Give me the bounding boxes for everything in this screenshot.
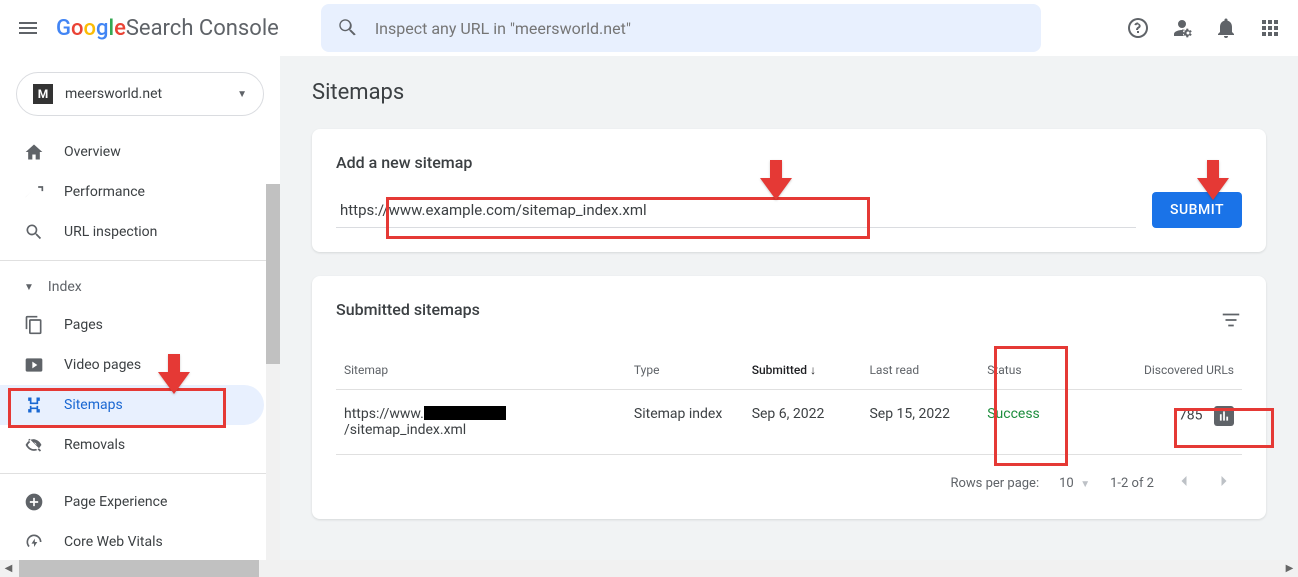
video-icon bbox=[24, 355, 44, 375]
menu-button[interactable] bbox=[16, 16, 40, 40]
search-icon bbox=[337, 17, 359, 39]
pages-icon bbox=[24, 315, 44, 335]
nav-group-label: Index bbox=[48, 279, 82, 295]
cell-discovered: 785 bbox=[1088, 390, 1242, 455]
add-sitemap-title: Add a new sitemap bbox=[336, 153, 1242, 172]
property-name: meersworld.net bbox=[65, 86, 237, 102]
sitemaps-table: Sitemap Type Submitted ↓ Last read Statu… bbox=[336, 351, 1242, 455]
page-title: Sitemaps bbox=[312, 80, 1266, 105]
trend-icon bbox=[24, 182, 44, 202]
removals-icon bbox=[24, 435, 44, 455]
sitemap-url-input[interactable] bbox=[336, 193, 1136, 228]
col-sitemap[interactable]: Sitemap bbox=[336, 351, 626, 390]
nav-label: Overview bbox=[64, 144, 121, 160]
chevron-down-icon: ▼ bbox=[24, 282, 34, 293]
cell-submitted: Sep 6, 2022 bbox=[744, 390, 862, 455]
notifications-icon[interactable] bbox=[1214, 16, 1238, 40]
cell-type: Sitemap index bbox=[626, 390, 744, 455]
next-page-button[interactable] bbox=[1214, 471, 1234, 495]
property-favicon: M bbox=[33, 84, 53, 104]
sidebar: M meersworld.net ▼ Overview Performance … bbox=[0, 56, 280, 577]
apps-icon[interactable] bbox=[1258, 16, 1282, 40]
nav-label: URL inspection bbox=[64, 224, 157, 240]
pagination: Rows per page: 10 ▼ 1-2 of 2 bbox=[336, 455, 1242, 495]
add-sitemap-card: Add a new sitemap SUBMIT bbox=[312, 129, 1266, 252]
filter-icon[interactable] bbox=[1220, 309, 1242, 331]
sitemap-icon bbox=[24, 395, 44, 415]
nav-url-inspection[interactable]: URL inspection bbox=[0, 212, 264, 252]
product-logo: Google Search Console bbox=[56, 16, 279, 41]
property-selector[interactable]: M meersworld.net ▼ bbox=[16, 72, 264, 116]
sidebar-scrollbar[interactable] bbox=[266, 184, 280, 577]
cell-status: Success bbox=[979, 390, 1088, 455]
submit-button[interactable]: SUBMIT bbox=[1152, 192, 1242, 228]
nav-label: Sitemaps bbox=[64, 397, 123, 413]
cell-last-read: Sep 15, 2022 bbox=[861, 390, 979, 455]
rows-per-page-select[interactable]: 10 ▼ bbox=[1059, 476, 1090, 491]
help-icon[interactable] bbox=[1126, 16, 1150, 40]
nav-video-pages[interactable]: Video pages bbox=[0, 345, 264, 385]
col-type[interactable]: Type bbox=[626, 351, 744, 390]
search-icon bbox=[24, 222, 44, 242]
nav-group-index[interactable]: ▼ Index bbox=[0, 269, 280, 305]
nav-core-web-vitals[interactable]: Core Web Vitals bbox=[0, 522, 264, 562]
submitted-sitemaps-title: Submitted sitemaps bbox=[336, 300, 480, 319]
scroll-thumb[interactable] bbox=[19, 560, 259, 577]
chevron-down-icon: ▼ bbox=[237, 89, 247, 100]
nav-overview[interactable]: Overview bbox=[0, 132, 264, 172]
prev-page-button[interactable] bbox=[1174, 471, 1194, 495]
nav-pages[interactable]: Pages bbox=[0, 305, 264, 345]
table-row[interactable]: https://www./sitemap_index.xml Sitemap i… bbox=[336, 390, 1242, 455]
home-icon bbox=[24, 142, 44, 162]
col-last-read[interactable]: Last read bbox=[861, 351, 979, 390]
cell-sitemap: https://www./sitemap_index.xml bbox=[336, 390, 626, 455]
col-discovered[interactable]: Discovered URLs bbox=[1088, 351, 1242, 390]
scroll-left-button[interactable]: ◀ bbox=[0, 560, 17, 577]
nav-performance[interactable]: Performance bbox=[0, 172, 264, 212]
nav-label: Core Web Vitals bbox=[64, 534, 163, 550]
horizontal-scrollbar[interactable]: ◀ ▶ bbox=[0, 560, 1298, 577]
sort-down-icon: ↓ bbox=[810, 363, 816, 377]
circle-plus-icon bbox=[24, 492, 44, 512]
main-content: Sitemaps Add a new sitemap SUBMIT Submit… bbox=[280, 56, 1298, 577]
bar-chart-icon[interactable] bbox=[1214, 406, 1234, 426]
nav-removals[interactable]: Removals bbox=[0, 425, 264, 465]
nav-sitemaps[interactable]: Sitemaps bbox=[0, 385, 264, 425]
url-inspect-input[interactable] bbox=[375, 19, 1025, 38]
submitted-sitemaps-card: Submitted sitemaps Sitemap Type Submitte… bbox=[312, 276, 1266, 519]
rows-per-page-label: Rows per page: bbox=[950, 476, 1039, 491]
page-range: 1-2 of 2 bbox=[1110, 476, 1154, 491]
nav-label: Performance bbox=[64, 184, 145, 200]
speed-icon bbox=[24, 532, 44, 552]
col-status[interactable]: Status bbox=[979, 351, 1088, 390]
nav-label: Pages bbox=[64, 317, 103, 333]
col-submitted[interactable]: Submitted ↓ bbox=[744, 351, 862, 390]
users-settings-icon[interactable] bbox=[1170, 16, 1194, 40]
nav-label: Page Experience bbox=[64, 494, 167, 510]
url-inspect-search[interactable] bbox=[321, 4, 1041, 52]
scroll-right-button[interactable]: ▶ bbox=[1281, 560, 1298, 577]
nav-label: Removals bbox=[64, 437, 125, 453]
nav-label: Video pages bbox=[64, 357, 141, 373]
nav-page-experience[interactable]: Page Experience bbox=[0, 482, 264, 522]
